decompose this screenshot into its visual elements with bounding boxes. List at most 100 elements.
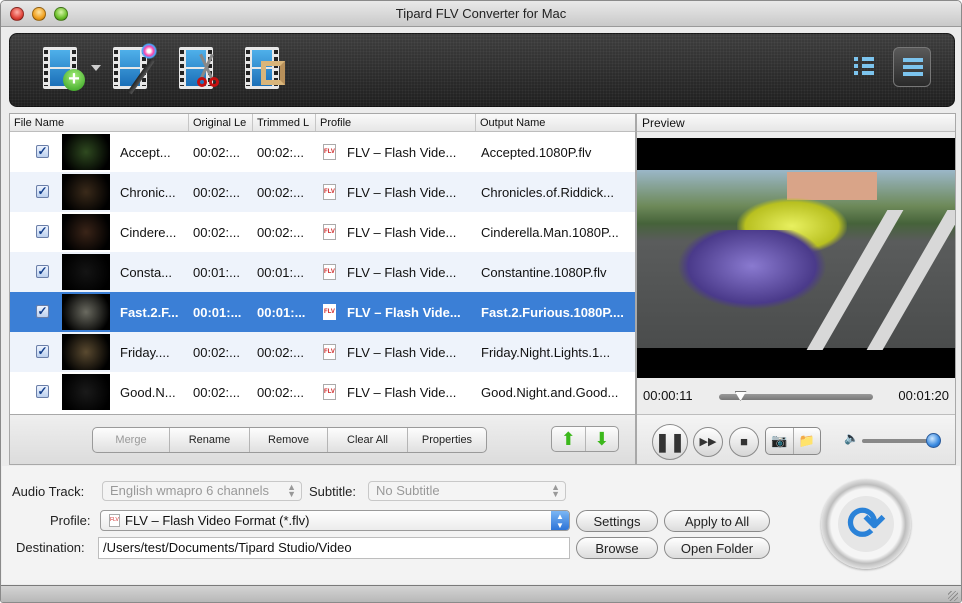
profile-name[interactable]: FLV – Flash Vide... (347, 265, 472, 280)
toolbar: + (9, 33, 955, 107)
file-row[interactable]: ✓ Cindere... 00:02:... 00:02:... FLV FLV – Fl… (10, 212, 635, 252)
output-name[interactable]: Good.Night.and.Good... (481, 385, 633, 400)
browse-button[interactable]: Browse (576, 537, 658, 559)
row-checkbox[interactable]: ✓ (36, 305, 49, 318)
apply-to-all-button[interactable]: Apply to All (664, 510, 770, 532)
list-icon (854, 57, 874, 77)
audio-track-select[interactable]: English wmapro 6 channels ▲ ▼ (102, 481, 302, 501)
settings-button[interactable]: Settings (576, 510, 658, 532)
row-checkbox[interactable]: ✓ (36, 345, 49, 358)
video-frame (637, 138, 955, 378)
profile-name[interactable]: FLV – Flash Vide... (347, 385, 472, 400)
volume-slider[interactable] (862, 433, 942, 448)
pause-button[interactable]: ❚❚ (652, 424, 688, 460)
merge-button[interactable]: Merge (93, 428, 170, 452)
flv-file-icon: FLV (323, 184, 336, 200)
profile-value: FLV – Flash Video Format (*.flv) (125, 513, 310, 528)
destination-label: Destination: (16, 540, 85, 555)
trimmed-length: 00:02:... (257, 344, 304, 360)
row-checkbox[interactable]: ✓ (36, 385, 49, 398)
detail-view-button[interactable] (893, 47, 931, 87)
stepper-icon: ▲ ▼ (551, 482, 560, 499)
audio-track-value: English wmapro 6 channels (110, 483, 269, 498)
profile-name[interactable]: FLV – Flash Vide... (347, 185, 472, 200)
app-window: Tipard FLV Converter for Mac + File Name… (0, 0, 962, 603)
column-original-length[interactable]: Original Le (189, 114, 253, 131)
move-up-icon[interactable]: ⬆ (552, 427, 586, 451)
stop-button[interactable]: ■ (729, 427, 759, 457)
convert-icon: ⟳ (838, 496, 894, 552)
open-folder-button[interactable]: Open Folder (664, 537, 770, 559)
properties-button[interactable]: Properties (408, 428, 486, 452)
video-thumbnail (62, 174, 110, 210)
rename-button[interactable]: Rename (170, 428, 250, 452)
detail-list-icon (903, 58, 923, 78)
file-name: Good.N... (120, 384, 176, 400)
row-checkbox[interactable]: ✓ (36, 265, 49, 278)
folder-icon[interactable]: 📁 (794, 428, 821, 454)
video-thumbnail (62, 334, 110, 370)
scissors-handle (209, 77, 219, 87)
remove-button[interactable]: Remove (250, 428, 328, 452)
audio-track-label: Audio Track: (12, 484, 85, 499)
minimize-button[interactable] (32, 7, 46, 21)
flv-file-icon: FLV (323, 224, 336, 240)
trim-button[interactable] (179, 47, 225, 93)
camera-icon[interactable]: 📷 (766, 428, 794, 454)
trimmed-length: 00:02:... (257, 384, 304, 400)
zoom-button[interactable] (54, 7, 68, 21)
current-time: 00:00:11 (643, 388, 693, 403)
row-checkbox[interactable]: ✓ (36, 145, 49, 158)
subtitle-select[interactable]: No Subtitle ▲ ▼ (368, 481, 566, 501)
profile-name[interactable]: FLV – Flash Vide... (347, 225, 472, 240)
close-button[interactable] (10, 7, 24, 21)
column-file-name[interactable]: File Name (10, 114, 189, 131)
seek-knob[interactable] (734, 391, 747, 401)
video-thumbnail (62, 254, 110, 290)
edit-effect-button[interactable] (113, 43, 159, 95)
status-bar (1, 585, 961, 602)
trimmed-length: 00:02:... (257, 144, 304, 160)
file-row[interactable]: ✓ Fast.2.F... 00:01:... 00:01:... FLV FLV – F… (10, 292, 635, 332)
output-name[interactable]: Friday.Night.Lights.1... (481, 345, 633, 360)
file-name: Consta... (120, 264, 173, 280)
file-row[interactable]: ✓ Accept... 00:02:... 00:02:... FLV FLV – Fla… (10, 132, 635, 172)
column-output-name[interactable]: Output Name (476, 114, 635, 131)
profile-name[interactable]: FLV – Flash Vide... (347, 145, 472, 160)
row-checkbox[interactable]: ✓ (36, 185, 49, 198)
original-length: 00:02:... (193, 224, 240, 240)
column-profile[interactable]: Profile (316, 114, 476, 131)
file-row[interactable]: ✓ Friday.... 00:02:... 00:02:... FLV FLV – Fl… (10, 332, 635, 372)
convert-button[interactable]: ⟳ (821, 479, 911, 569)
move-down-icon[interactable]: ⬇ (586, 427, 619, 451)
profile-select[interactable]: FLV FLV – Flash Video Format (*.flv) ▲ ▼ (100, 510, 570, 531)
file-row[interactable]: ✓ Chronic... 00:02:... 00:02:... FLV FLV – Fl… (10, 172, 635, 212)
output-name[interactable]: Fast.2.Furious.1080P.... (481, 305, 633, 320)
stepper-icon: ▲ ▼ (287, 482, 296, 499)
file-row[interactable]: ✓ Consta... 00:01:... 00:01:... FLV FLV – Fla… (10, 252, 635, 292)
output-name[interactable]: Constantine.1080P.flv (481, 265, 633, 280)
row-checkbox[interactable]: ✓ (36, 225, 49, 238)
subtitle-label: Subtitle: (309, 484, 356, 499)
total-time: 00:01:20 (898, 388, 949, 403)
volume-knob[interactable] (926, 433, 942, 448)
output-name[interactable]: Chronicles.of.Riddick... (481, 185, 633, 200)
fast-forward-button[interactable]: ▶▶ (693, 427, 723, 457)
file-row[interactable]: ✓ Good.N... 00:02:... 00:02:... FLV FLV – Fla… (10, 372, 635, 412)
preview-panel: Preview 00:00:11 00:01:20 ❚❚ ▶▶ ■ 📷 📁 🔈 (636, 113, 956, 465)
column-trimmed-length[interactable]: Trimmed L (253, 114, 316, 131)
destination-input[interactable]: /Users/test/Documents/Tipard Studio/Vide… (98, 537, 570, 559)
output-name[interactable]: Cinderella.Man.1080P... (481, 225, 633, 240)
profile-name[interactable]: FLV – Flash Vide... (347, 345, 472, 360)
profile-name[interactable]: FLV – Flash Vide... (347, 305, 472, 320)
seek-slider[interactable] (719, 391, 873, 401)
add-video-button[interactable]: + (43, 47, 101, 93)
clear-all-button[interactable]: Clear All (328, 428, 408, 452)
crop-button[interactable] (245, 47, 291, 93)
scissors-icon (197, 77, 207, 87)
resize-grip[interactable] (948, 591, 958, 601)
file-name: Friday.... (120, 344, 170, 360)
output-name[interactable]: Accepted.1080P.flv (481, 145, 633, 160)
list-view-button[interactable] (845, 47, 883, 87)
dropdown-caret-icon[interactable] (91, 65, 101, 71)
